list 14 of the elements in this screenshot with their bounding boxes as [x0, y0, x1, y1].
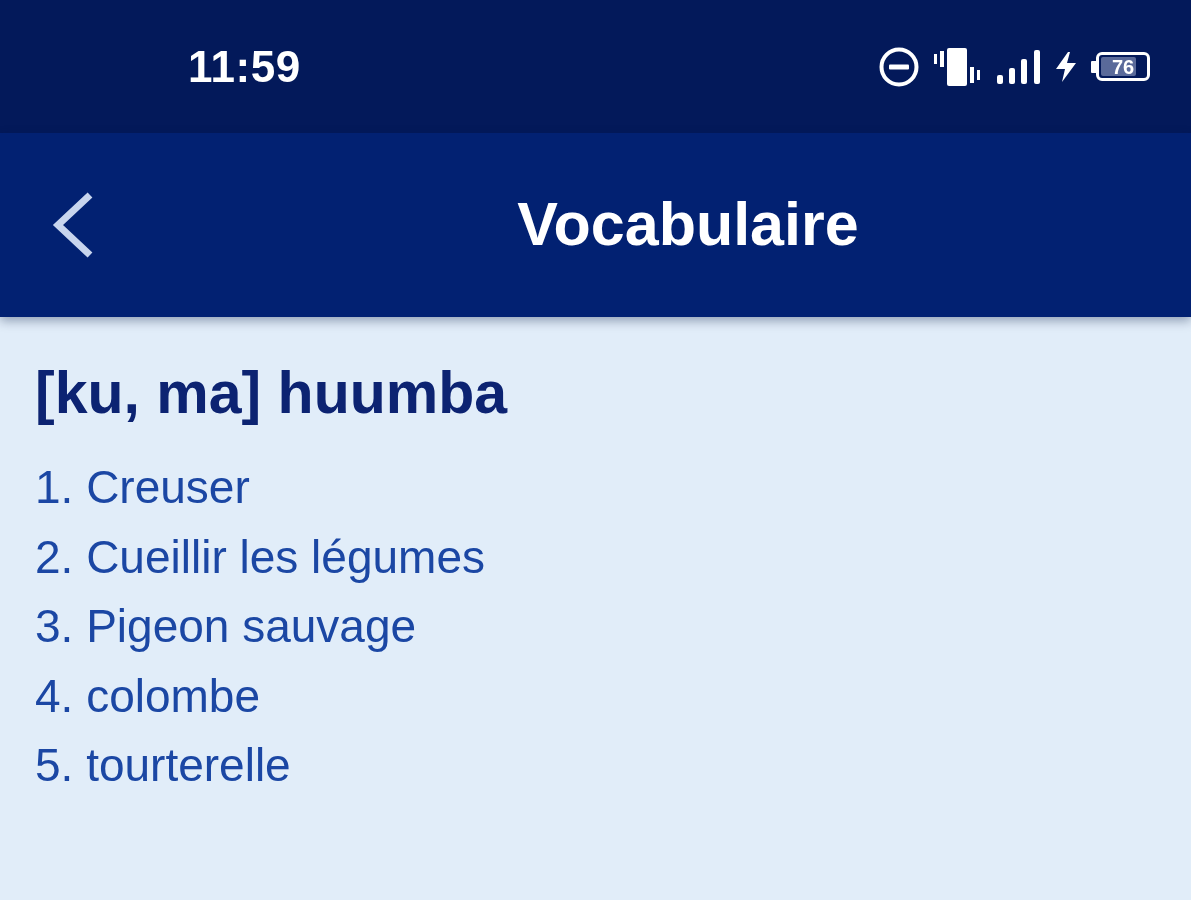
headword: [ku, ma] huumba [35, 359, 508, 428]
meaning-item: 5. tourterelle [35, 738, 291, 793]
status-time: 11:59 [188, 41, 301, 92]
charging-bolt-icon [1056, 51, 1076, 82]
screen-title: Vocabulaire [517, 189, 859, 261]
meaning-item: 1. Creuser [35, 460, 250, 515]
do-not-disturb-icon [879, 46, 919, 87]
meaning-item: 2. Cueillir les légumes [35, 529, 485, 585]
battery-percent: 76 [1111, 56, 1135, 77]
vibrate-icon [934, 47, 982, 86]
meaning-item: 3. Pigeon sauvage [35, 599, 417, 654]
chevron-left-icon [52, 192, 94, 258]
signal-icon [997, 49, 1041, 84]
meaning-item: 4. colombe [35, 668, 260, 724]
